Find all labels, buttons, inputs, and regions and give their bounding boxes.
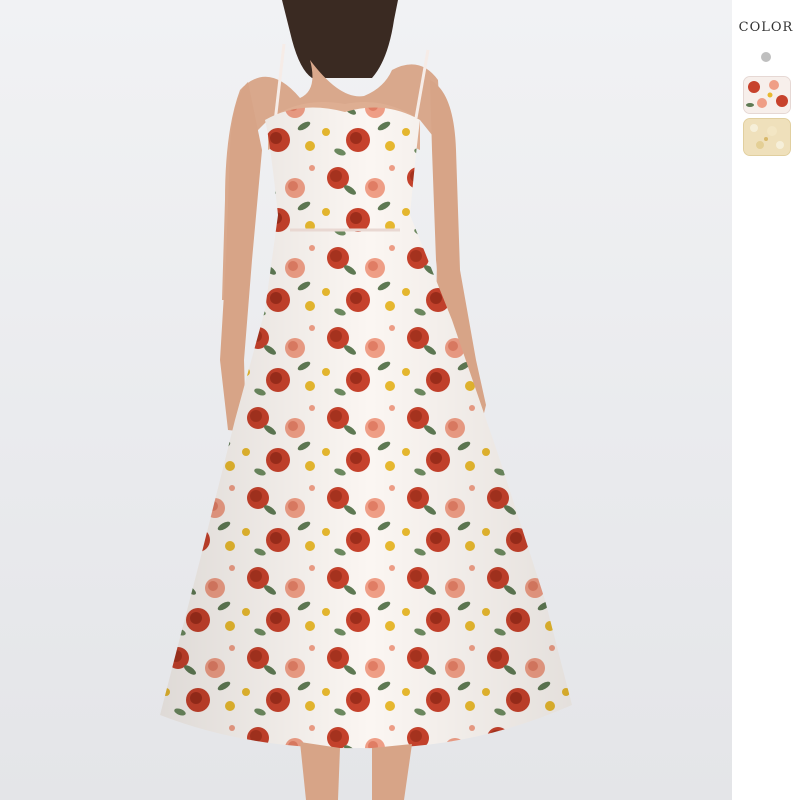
product-photo xyxy=(0,0,732,800)
color-swatch-floral-white[interactable] xyxy=(743,76,791,114)
legs-right xyxy=(372,744,412,800)
model-in-floral-dress-image xyxy=(160,0,572,800)
legs xyxy=(300,742,340,800)
floral-white-swatch-icon xyxy=(744,77,790,113)
indicator-dot xyxy=(761,52,771,62)
color-label: COLOR xyxy=(738,20,794,35)
floral-yellow-swatch-icon xyxy=(744,119,790,155)
hair xyxy=(282,0,398,78)
color-selector-panel: COLOR xyxy=(732,0,800,800)
color-swatch-floral-yellow[interactable] xyxy=(743,118,791,156)
floral-dress xyxy=(160,107,572,749)
